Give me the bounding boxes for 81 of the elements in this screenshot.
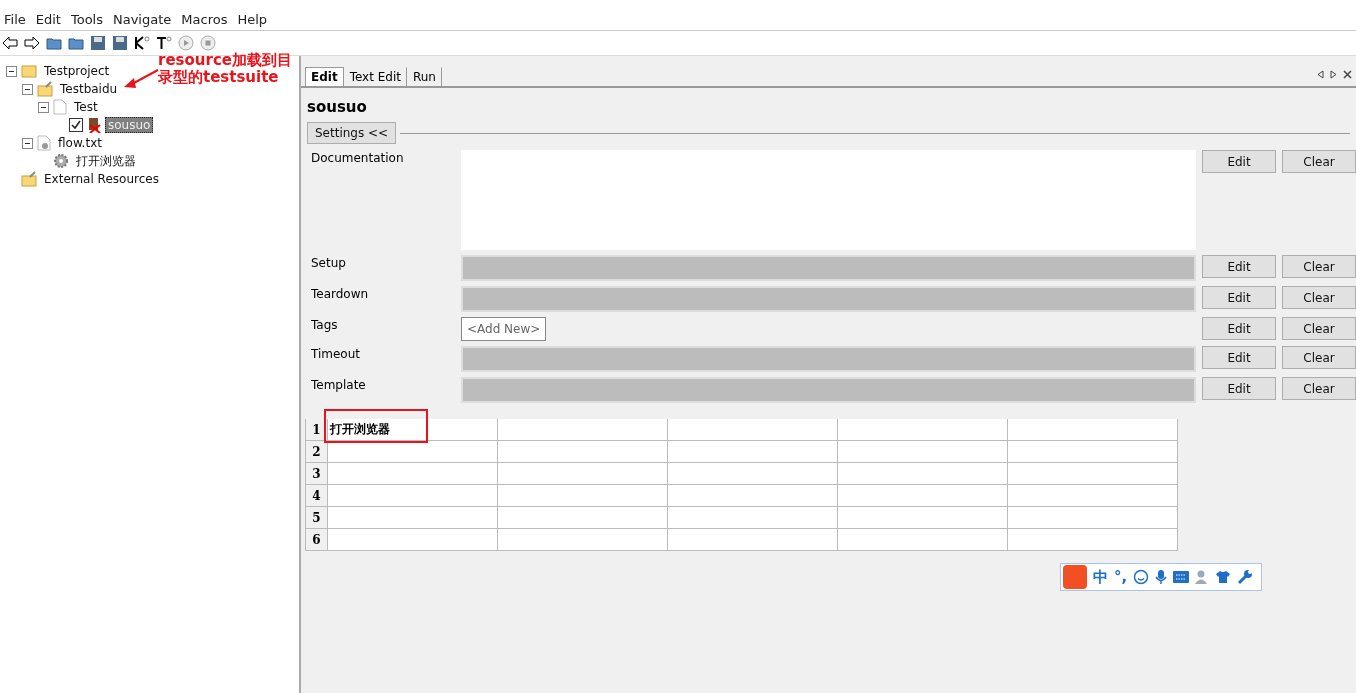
row-number: 4 xyxy=(305,485,328,507)
menu-item[interactable]: File xyxy=(2,11,32,27)
setting-label: Template xyxy=(311,377,367,392)
ime-mode[interactable]: 中 xyxy=(1093,567,1108,587)
clear-button[interactable]: Clear xyxy=(1282,255,1356,278)
tab-right-icon[interactable] xyxy=(1330,70,1337,79)
clear-button[interactable]: Clear xyxy=(1282,286,1356,309)
keyboard-icon[interactable] xyxy=(1173,571,1190,583)
folder-wrench-icon xyxy=(37,81,53,97)
save-all-icon[interactable] xyxy=(112,35,128,51)
row-number: 1 xyxy=(305,419,328,441)
tab[interactable]: Edit xyxy=(305,67,344,86)
stop-icon[interactable] xyxy=(200,35,216,51)
smiley-icon[interactable] xyxy=(1133,569,1150,585)
shirt-icon[interactable] xyxy=(1215,570,1232,584)
clear-button[interactable]: Clear xyxy=(1282,346,1356,369)
table-cell: 打开浏览器 xyxy=(328,419,498,441)
setting-field[interactable] xyxy=(461,377,1196,403)
edit-button[interactable]: Edit xyxy=(1202,377,1276,400)
setting-label: Teardown xyxy=(311,286,370,301)
add-tag-button[interactable]: <Add New> xyxy=(461,317,547,341)
folder-icon xyxy=(21,64,37,78)
setting-field[interactable] xyxy=(461,286,1196,312)
file-icon xyxy=(53,99,67,115)
folder-icon[interactable] xyxy=(68,35,84,51)
close-icon[interactable] xyxy=(1343,70,1352,79)
setting-label: Documentation xyxy=(311,150,405,165)
menu-item[interactable]: Help xyxy=(235,11,274,27)
setting-label: Tags xyxy=(311,317,339,332)
microphone-icon[interactable] xyxy=(1155,569,1168,585)
clear-button[interactable]: Clear xyxy=(1282,317,1356,340)
collapse-toggle[interactable] xyxy=(6,65,17,77)
editor-title: sousuo xyxy=(306,97,368,118)
open-folder-icon[interactable] xyxy=(46,35,62,51)
ime-logo-icon xyxy=(1063,565,1087,589)
gear-icon xyxy=(53,153,69,169)
menu-item[interactable]: Macros xyxy=(179,11,234,27)
clear-button[interactable]: Clear xyxy=(1282,377,1356,400)
play-icon[interactable] xyxy=(178,35,194,51)
tab[interactable]: Run xyxy=(406,67,442,86)
clear-button[interactable]: Clear xyxy=(1282,150,1356,173)
tree-item[interactable]: flow.txt xyxy=(55,135,105,151)
wrench-icon[interactable] xyxy=(1237,569,1254,585)
tab[interactable]: Text Edit xyxy=(343,67,407,86)
edit-button[interactable]: Edit xyxy=(1202,346,1276,369)
row-number: 3 xyxy=(305,463,328,485)
tree-item[interactable]: External Resources xyxy=(41,171,162,187)
folder-wrench-icon xyxy=(21,171,37,187)
edit-button[interactable]: Edit xyxy=(1202,317,1276,340)
setting-label: Setup xyxy=(311,255,347,270)
annotation-text: resource加载到目录型的testsuite xyxy=(158,52,293,86)
robot-cross-icon xyxy=(87,117,101,133)
tree-item[interactable]: Testproject xyxy=(41,63,113,79)
tree-item[interactable]: Test xyxy=(71,99,101,115)
settings-toggle-button[interactable]: Settings << xyxy=(307,122,397,144)
tree-item[interactable]: 打开浏览器 xyxy=(73,151,139,171)
setting-field[interactable] xyxy=(461,346,1196,372)
keyword-search-icon[interactable] xyxy=(134,35,150,51)
forward-arrow-icon[interactable] xyxy=(24,35,40,51)
row-number: 5 xyxy=(305,507,328,529)
setting-label: Timeout xyxy=(311,346,362,361)
edit-button[interactable]: Edit xyxy=(1202,255,1276,278)
back-arrow-icon[interactable] xyxy=(2,35,18,51)
checkbox[interactable] xyxy=(69,118,83,132)
row-number: 6 xyxy=(305,529,328,551)
row-number: 2 xyxy=(305,441,328,463)
edit-button[interactable]: Edit xyxy=(1202,150,1276,173)
ime-punctuation[interactable]: °, xyxy=(1114,568,1128,586)
save-icon[interactable] xyxy=(90,35,106,51)
collapse-toggle[interactable] xyxy=(22,83,33,95)
edit-button[interactable]: Edit xyxy=(1202,286,1276,309)
menu-item[interactable]: Edit xyxy=(33,11,67,27)
setting-field[interactable] xyxy=(461,255,1196,281)
collapse-toggle[interactable] xyxy=(38,101,49,113)
text-search-icon[interactable] xyxy=(156,35,172,51)
menu-item[interactable]: Navigate xyxy=(111,11,178,27)
collapse-toggle[interactable] xyxy=(22,137,33,149)
tree-item[interactable]: Testbaidu xyxy=(57,81,121,97)
tab-left-icon[interactable] xyxy=(1317,70,1324,79)
menu-item[interactable]: Tools xyxy=(68,11,109,27)
file-gear-icon xyxy=(37,135,51,151)
